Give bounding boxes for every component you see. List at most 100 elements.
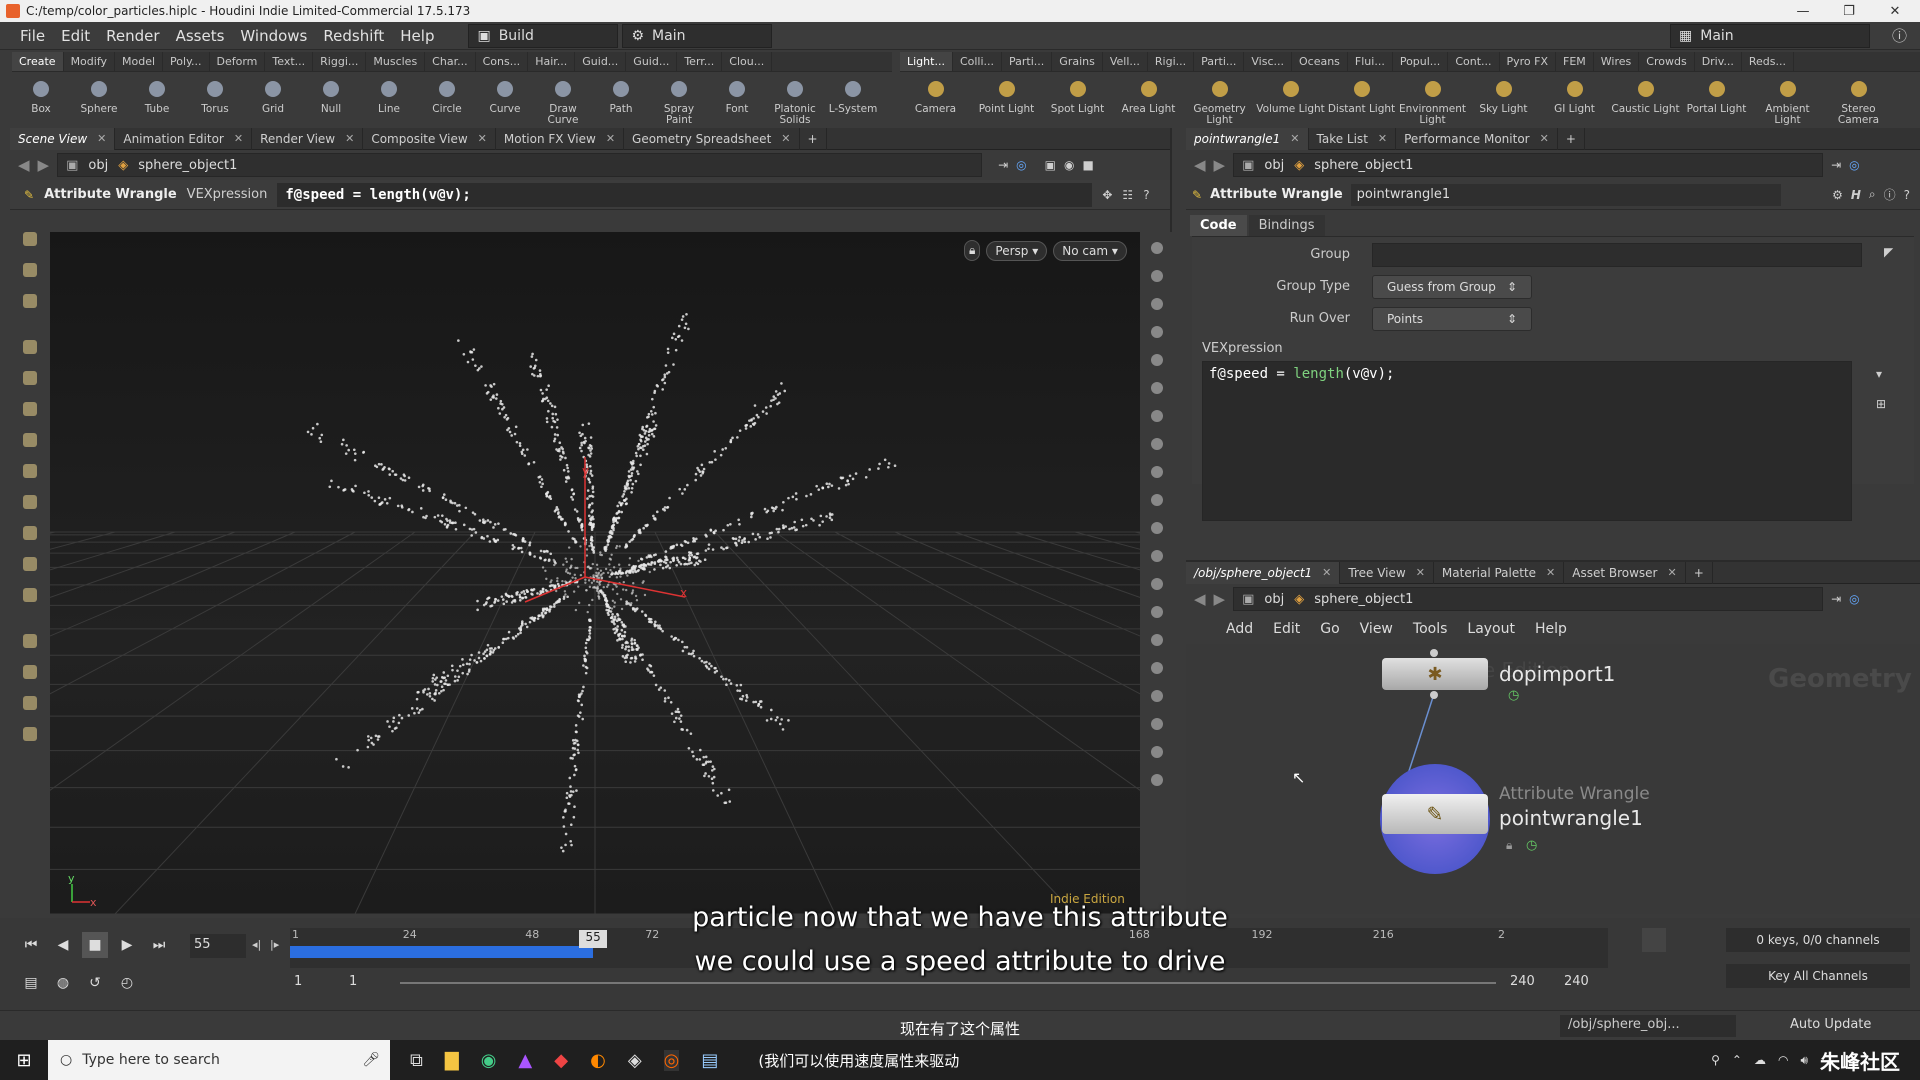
shelf-tab[interactable]: Cont... (1448, 52, 1500, 71)
shelf-tab[interactable]: Crowds (1639, 52, 1695, 71)
close-tab-icon[interactable]: ✕ (97, 132, 106, 145)
pin-icon[interactable]: ⇥ (998, 158, 1008, 172)
shelf-tool[interactable]: Area Light (1113, 72, 1184, 128)
param-subtab[interactable]: Code (1190, 215, 1247, 236)
shelf-tool[interactable]: L-System (824, 72, 882, 128)
viewport-option-icon[interactable] (1143, 319, 1171, 344)
menu-redshift[interactable]: Redshift (315, 27, 392, 45)
run-over-select[interactable]: Points ⇕ (1372, 307, 1532, 331)
param-subtab[interactable]: Bindings (1248, 215, 1325, 236)
pane-tab[interactable]: Tree View ✕ (1340, 561, 1434, 584)
shelf-tab[interactable]: Create (12, 52, 64, 71)
desktop-main-right-selector[interactable]: ▦ Main (1670, 23, 1870, 48)
viewport-option-icon[interactable] (1143, 571, 1171, 596)
search-icon[interactable]: ⌕ (1869, 187, 1876, 202)
viewport-option-icon[interactable] (1143, 431, 1171, 456)
magnet-icon[interactable] (16, 581, 44, 609)
shelf-tab[interactable]: Rigi... (1148, 52, 1195, 71)
desktop-main-selector[interactable]: ⚙ Main (622, 23, 773, 48)
shelf-tool[interactable]: Camera (900, 72, 971, 128)
viewport-option-icon[interactable] (1143, 235, 1171, 260)
shelf-tab[interactable]: Driv... (1695, 52, 1742, 71)
add-tab-icon[interactable]: + (800, 127, 827, 150)
shelf-tab[interactable]: Deform (210, 52, 266, 71)
people-icon[interactable]: ⚲ (1711, 1053, 1720, 1067)
viewport-option-icon[interactable] (1143, 487, 1171, 512)
select-arrow-icon[interactable]: ◤ (1884, 245, 1893, 259)
menu-assets[interactable]: Assets (168, 27, 233, 45)
persp-menu[interactable]: Persp ▾ (986, 240, 1048, 261)
app-triangle-icon[interactable]: ▲ (518, 1050, 532, 1071)
shelf-tool[interactable]: Font (708, 72, 766, 128)
lock-icon[interactable]: 🔒︎ (964, 240, 981, 261)
shelf-tab[interactable]: Char... (425, 52, 476, 71)
shelf-tool[interactable]: Torus (186, 72, 244, 128)
h-icon[interactable]: H (1851, 188, 1861, 202)
pane-tab[interactable]: Motion FX View ✕ (496, 127, 625, 150)
viewport-option-icon[interactable] (1143, 459, 1171, 484)
add-tab-icon[interactable]: + (1558, 127, 1585, 150)
shelf-tool[interactable]: Portal Light (1681, 72, 1752, 128)
viewport-option-icon[interactable] (1143, 739, 1171, 764)
range-slider[interactable] (400, 982, 1496, 984)
shelf-tab[interactable]: Guid... (626, 52, 678, 71)
back-arrow-icon[interactable]: ◀ (1194, 590, 1206, 608)
pane-tab[interactable]: Scene View ✕ (10, 127, 116, 150)
camera-menu[interactable]: No cam ▾ (1053, 240, 1127, 261)
shelf-tool[interactable]: Tube (128, 72, 186, 128)
pane-tab[interactable]: Performance Monitor ✕ (1396, 127, 1558, 150)
shelf-tool[interactable]: Volume Light (1255, 72, 1326, 128)
shelf-tab[interactable]: Cons... (476, 52, 529, 71)
back-arrow-icon[interactable]: ◀ (18, 156, 30, 174)
shelf-tool[interactable]: Geometry Light (1184, 72, 1255, 128)
shelf-tab[interactable]: Wires (1594, 52, 1640, 71)
network-menu-item[interactable]: Tools (1403, 621, 1458, 637)
shelf-tab[interactable]: Colli... (953, 52, 1003, 71)
display-icon[interactable]: ▣ (1045, 158, 1056, 172)
viewport-option-icon[interactable] (1143, 599, 1171, 624)
shelf-tool[interactable]: Draw Curve (534, 72, 592, 128)
light-icon[interactable] (16, 488, 44, 516)
shelf-tab[interactable]: Muscles (366, 52, 426, 71)
network-menu-item[interactable]: Add (1216, 621, 1263, 637)
shelf-tool[interactable]: Caustic Light (1610, 72, 1681, 128)
shelf-tab[interactable]: Visc... (1244, 52, 1292, 71)
shelf-tab[interactable]: Poly... (163, 52, 210, 71)
close-tab-icon[interactable]: ✕ (478, 132, 487, 145)
pose-icon[interactable] (16, 519, 44, 547)
param-path-box[interactable]: ▣ obj ◈ sphere_object1 (1233, 153, 1824, 177)
blender-icon[interactable]: ◐ (590, 1050, 606, 1071)
shelf-tool[interactable]: Path (592, 72, 650, 128)
shelf-tab[interactable]: Guid... (575, 52, 627, 71)
info-icon[interactable]: ⓘ (1884, 186, 1896, 203)
desktop-build-selector[interactable]: ▣ Build (468, 23, 619, 48)
viewport-option-icon[interactable] (1143, 711, 1171, 736)
viewport-option-icon[interactable] (1143, 683, 1171, 708)
shelf-tool[interactable]: Stereo Camera (1823, 72, 1894, 128)
shelf-tab[interactable]: Flui... (1348, 52, 1393, 71)
pane-tab[interactable]: Composite View ✕ (363, 127, 496, 150)
shelf-tab[interactable]: Model (115, 52, 164, 71)
tree-icon[interactable]: ☷ (1122, 188, 1133, 202)
file-explorer-icon[interactable]: ▇ (445, 1050, 459, 1071)
shelf-tab[interactable]: FEM (1556, 52, 1594, 71)
scene-path-box[interactable]: ▣ obj ◈ sphere_object1 (57, 153, 983, 177)
unity-icon[interactable]: ◈ (628, 1050, 642, 1071)
close-tab-icon[interactable]: ✕ (234, 132, 243, 145)
node-pointwrangle1[interactable]: ✎ (1382, 794, 1488, 834)
brush-icon[interactable] (16, 689, 44, 717)
close-tab-icon[interactable]: ✕ (1668, 566, 1677, 579)
shelf-tab[interactable]: Text... (265, 52, 314, 71)
close-tab-icon[interactable]: ✕ (1546, 566, 1555, 579)
shelf-tab[interactable]: Parti... (1194, 52, 1245, 71)
network-path-box[interactable]: ▣ obj ◈ sphere_object1 (1233, 587, 1824, 611)
shelf-tool[interactable]: Platonic Solids (766, 72, 824, 128)
shelf-tab[interactable]: Light... (900, 52, 953, 71)
add-tab-icon[interactable]: + (1686, 561, 1713, 584)
shelf-tab[interactable]: Pyro FX (1500, 52, 1557, 71)
close-tab-icon[interactable]: ✕ (345, 132, 354, 145)
shelf-tab[interactable]: Clou... (722, 52, 773, 71)
move-icon[interactable] (16, 395, 44, 423)
forward-arrow-icon[interactable]: ▶ (1214, 590, 1226, 608)
viewport-option-icon[interactable] (1143, 627, 1171, 652)
